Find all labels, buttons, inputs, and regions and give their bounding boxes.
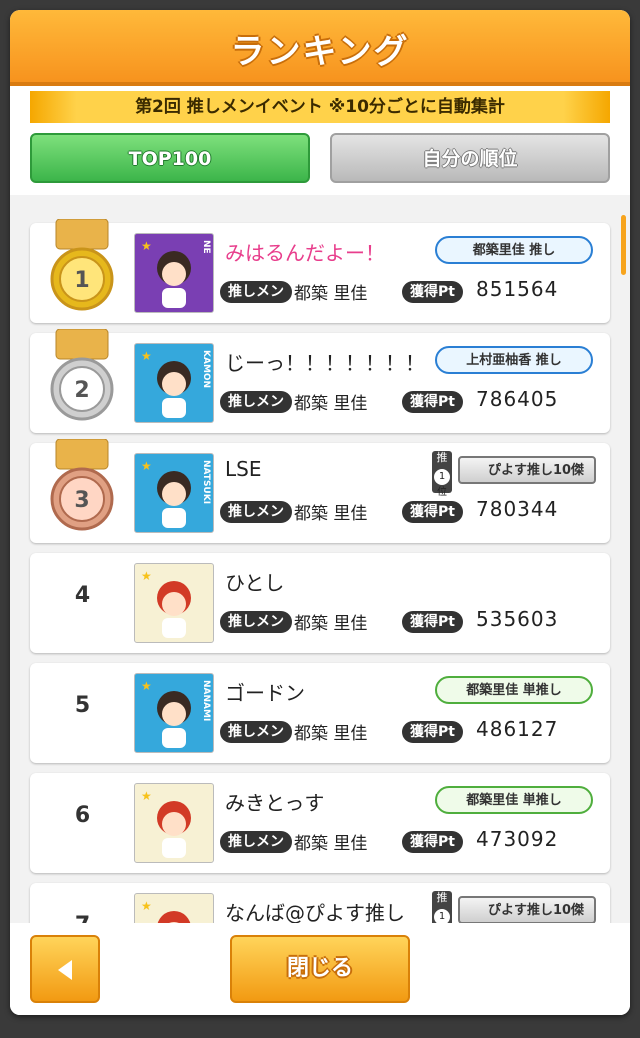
tab-my-rank[interactable]: 自分の順位	[330, 133, 610, 183]
oshi-member-name: 都築 里佳	[294, 284, 368, 304]
oshi-mark-rank: 1位	[434, 469, 450, 498]
title-badge: 都築里佳 単推し	[435, 676, 593, 704]
points-value: 851564	[476, 277, 559, 301]
oshi-label: 推しメン	[220, 391, 292, 413]
table-row[interactable]: 6 ★ みきとっす 都築里佳 単推し推しメン 都築 里佳 獲得Pt 473092	[30, 773, 610, 873]
oshi-mark-label: 推	[436, 451, 448, 464]
points-value: 535603	[476, 607, 559, 631]
avatar-tag: NE	[201, 240, 211, 254]
oshi-member-name: 都築 里佳	[294, 504, 368, 524]
points-label: 獲得Pt	[402, 281, 463, 303]
ranking-modal: ランキング 第2回 推しメンイベント ※10分ごとに自動集計 TOP100 自分…	[10, 10, 630, 1015]
svg-text:★: ★	[141, 239, 152, 253]
avatar[interactable]: ★	[134, 783, 214, 863]
oshi-rank-mark: 推 1位	[432, 451, 452, 498]
avatar-tag: KAMON	[201, 350, 211, 389]
player-name: なんば@ぴよす推し	[225, 901, 405, 923]
oshi-mark-rank: 1位	[434, 909, 450, 923]
event-banner: 第2回 推しメンイベント ※10分ごとに自動集計	[30, 91, 610, 123]
points-value: 780344	[476, 497, 559, 521]
points-value: 786405	[476, 387, 559, 411]
points-value: 486127	[476, 717, 559, 741]
oshi-label: 推しメン	[220, 281, 292, 303]
oshi-label: 推しメン	[220, 831, 292, 853]
avatar[interactable]: ★ KAMON	[134, 343, 214, 423]
medal-icon: 1	[50, 219, 114, 311]
tab-top100[interactable]: TOP100	[30, 133, 310, 183]
player-name: LSE	[225, 457, 262, 481]
avatar-icon: ★	[141, 899, 191, 923]
avatar[interactable]: ★	[134, 893, 214, 923]
medal-rank-label: 2	[74, 378, 89, 403]
medal-rank-label: 1	[74, 268, 89, 293]
title-badge: 上村亜柚香 推し	[435, 346, 593, 374]
svg-text:★: ★	[141, 459, 152, 473]
avatar[interactable]: ★ NE	[134, 233, 214, 313]
title-badge: ぴよす推し10傑	[458, 456, 596, 484]
avatar[interactable]: ★ NANAMI	[134, 673, 214, 753]
points-label: 獲得Pt	[402, 611, 463, 633]
avatar[interactable]: ★	[134, 563, 214, 643]
rank-number: 4	[74, 583, 91, 608]
table-row[interactable]: 1 ★ NE みはるんだよー！ 都築里佳 推し推しメン 都築 里佳 獲得Pt 851564	[30, 219, 610, 323]
oshi-member-name: 都築 里佳	[294, 394, 368, 414]
player-name: みはるんだよー！	[225, 241, 385, 265]
medal-icon: 3	[50, 439, 114, 531]
player-name: じーっ！！！！！！！	[225, 351, 425, 375]
oshi-member-name: 都築 里佳	[294, 614, 368, 634]
avatar-tag: NANAMI	[201, 680, 211, 722]
oshi-label: 推しメン	[220, 611, 292, 633]
player-name: ゴードン	[225, 681, 305, 705]
rank-number: 7	[50, 913, 115, 923]
points-value: 473092	[476, 827, 559, 851]
svg-text:★: ★	[141, 679, 152, 693]
rank-number: 6	[74, 803, 91, 828]
oshi-member-name: 都築 里佳	[294, 724, 368, 744]
points-label: 獲得Pt	[402, 501, 463, 523]
title-badge: ぴよす推し10傑	[458, 896, 596, 923]
svg-text:★: ★	[141, 789, 152, 803]
svg-text:★: ★	[141, 349, 152, 363]
oshi-label: 推しメン	[220, 721, 292, 743]
oshi-label: 推しメン	[220, 501, 292, 523]
oshi-rank-mark: 推 1位	[432, 891, 452, 923]
title-badge: 都築里佳 単推し	[435, 786, 593, 814]
left-arrow-icon	[58, 960, 72, 980]
points-label: 獲得Pt	[402, 721, 463, 743]
title-badge: 都築里佳 推し	[435, 236, 593, 264]
avatar-tag: NATSUKI	[201, 460, 211, 505]
avatar[interactable]: ★ NATSUKI	[134, 453, 214, 533]
rank-number: 5	[74, 693, 91, 718]
svg-text:★: ★	[141, 899, 152, 913]
modal-header: ランキング	[10, 10, 630, 86]
avatar-icon: ★	[141, 569, 191, 638]
avatar-icon: ★	[141, 789, 191, 858]
player-name: ひとし	[225, 571, 285, 595]
oshi-member-name: 都築 里佳	[294, 834, 368, 854]
table-row[interactable]: 7★なんば@ぴよす推し推1位ぴよす推し10傑推しメン都築 里佳獲得Pt	[30, 883, 610, 923]
medal-icon: 2	[50, 329, 114, 421]
oshi-mark-label: 推	[436, 891, 448, 904]
page-title: ランキング	[230, 32, 410, 72]
table-row[interactable]: 5 ★ NANAMI ゴードン 都築里佳 単推し推しメン 都築 里佳 獲得Pt 486127	[30, 663, 610, 763]
points-label: 獲得Pt	[402, 391, 463, 413]
ranking-tabs: TOP100 自分の順位	[30, 133, 610, 185]
points-label: 獲得Pt	[402, 831, 463, 853]
close-button[interactable]: 閉じる	[230, 935, 410, 1003]
table-row[interactable]: 4 ★ ひとし推しメン 都築 里佳 獲得Pt 535603	[30, 553, 610, 653]
back-button[interactable]	[30, 935, 100, 1003]
svg-text:★: ★	[141, 569, 152, 583]
ranking-list[interactable]: 1 ★ NE みはるんだよー！ 都築里佳 推し 推しメン 都築 里佳 獲得Pt 851564 2 ★…	[10, 195, 630, 923]
player-name: みきとっす	[225, 791, 325, 815]
table-row[interactable]: 3 ★ NATSUKI LSE 推 1位 ぴよす推し10傑推しメン 都築 里佳 獲得Pt 7803…	[30, 439, 610, 543]
medal-rank-label: 3	[74, 488, 89, 513]
modal-footer: 閉じる	[10, 923, 630, 1015]
scrollbar[interactable]	[621, 215, 626, 275]
table-row[interactable]: 2 ★ KAMON じーっ！！！！！！！ 上村亜柚香 推し推しメン 都築 里佳 獲得Pt 78…	[30, 329, 610, 433]
